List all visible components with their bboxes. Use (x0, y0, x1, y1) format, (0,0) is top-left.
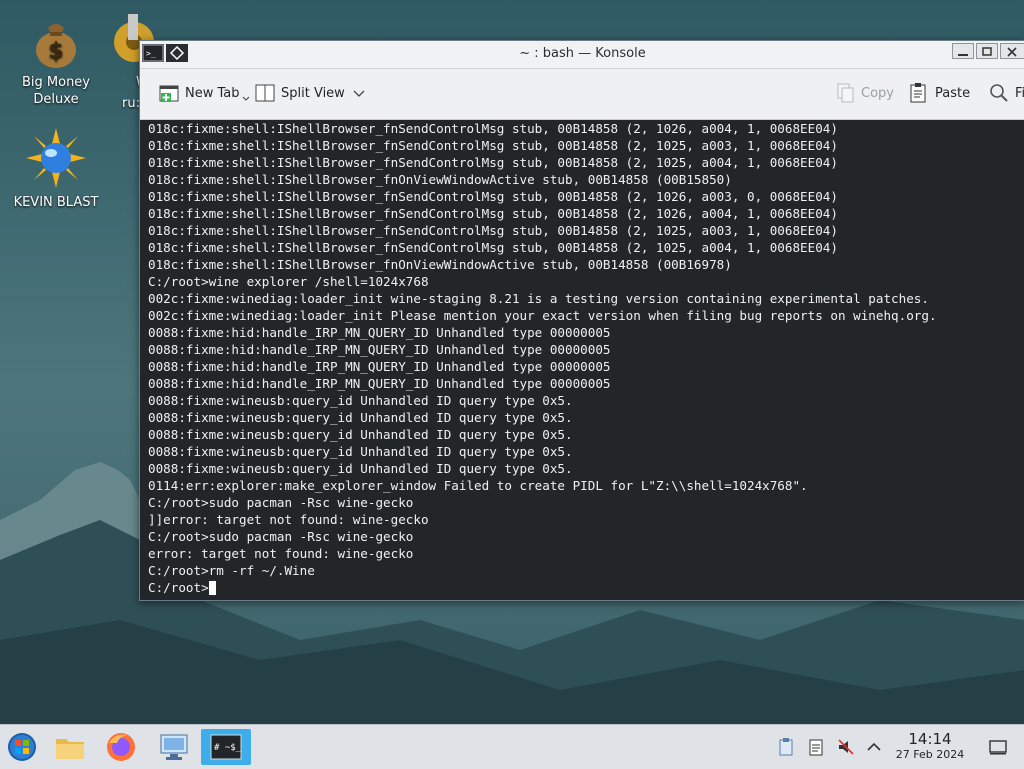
desktop-icon-label: Deluxe (33, 92, 79, 107)
terminal-line: 018c:fixme:shell:IShellBrowser_fnSendCon… (148, 189, 838, 204)
terminal-prompt-line[interactable]: C:/root> (142, 579, 1024, 596)
terminal-line: 018c:fixme:shell:IShellBrowser_fnSendCon… (148, 121, 838, 136)
terminal-task-label: # ~$_ (214, 743, 242, 753)
terminal-icon: # ~$_ (210, 734, 242, 760)
terminal-line: C:/root>sudo pacman -Rsc wine-gecko (148, 529, 414, 544)
konsole-window[interactable]: >_ ~ : bash — Konsole New Tab Split View… (139, 40, 1024, 601)
copy-button[interactable]: Copy (834, 81, 894, 105)
folder-icon (56, 739, 84, 759)
terminal-line: 018c:fixme:shell:IShellBrowser_fnSendCon… (148, 223, 838, 238)
paste-button[interactable]: Paste (908, 81, 970, 105)
clipboard-tray-icon[interactable] (776, 737, 796, 757)
window-titlebar[interactable]: >_ ~ : bash — Konsole (140, 41, 1024, 69)
start-menu-button[interactable] (2, 729, 42, 765)
close-icon (1007, 47, 1017, 57)
terminal-line: 0088:fixme:hid:handle_IRP_MN_QUERY_ID Un… (148, 325, 611, 340)
close-button[interactable] (1000, 43, 1024, 59)
terminal-output[interactable]: 018c:fixme:shell:IShellBrowser_fnSendCon… (142, 120, 1024, 600)
file-manager-task[interactable] (50, 729, 90, 765)
desktop-icon-label: Big Money (21, 75, 90, 90)
new-tab-icon (159, 85, 179, 102)
konsole-toolbar: New Tab Split View Copy Paste Fi (140, 69, 1024, 120)
start-orb-icon (8, 733, 36, 761)
terminal-line: 0088:fixme:hid:handle_IRP_MN_QUERY_ID Un… (148, 342, 611, 357)
desktop-icon-big-money-deluxe[interactable]: $ Big Money Deluxe (1, 14, 111, 108)
terminal-line: error: target not found: wine-gecko (148, 546, 414, 561)
clock-date: 27 Feb 2024 (895, 748, 965, 761)
terminal-line: 018c:fixme:shell:IShellBrowser_fnSendCon… (148, 138, 838, 153)
window-title: ~ : bash — Konsole (519, 46, 646, 61)
terminal-prompt: C:/root> (148, 580, 209, 595)
terminal-line: 018c:fixme:shell:IShellBrowser_fnOnViewW… (148, 257, 732, 272)
minimize-button[interactable] (952, 43, 974, 59)
terminal-line: C:/root>rm -rf ~/.Wine (148, 563, 315, 578)
terminal-line: C:/root>wine explorer /shell=1024x768 (148, 274, 429, 289)
taskbar: # ~$_ 14:14 27 Feb 2024 (0, 724, 1024, 769)
maximize-icon (982, 47, 992, 56)
volume-muted-icon[interactable] (836, 737, 856, 757)
computer-settings-icon (160, 734, 188, 760)
notes-tray-icon[interactable] (806, 737, 826, 757)
split-view-icon (255, 84, 275, 102)
chevron-up-icon[interactable] (864, 737, 884, 757)
terminal-line: 0088:fixme:hid:handle_IRP_MN_QUERY_ID Un… (148, 376, 611, 391)
find-label: Fi (1015, 85, 1024, 101)
terminal-line: 0088:fixme:wineusb:query_id Unhandled ID… (148, 461, 573, 476)
terminal-line: 0088:fixme:wineusb:query_id Unhandled ID… (148, 393, 573, 408)
firefox-icon (107, 733, 135, 761)
konsole-task[interactable]: # ~$_ (201, 729, 251, 765)
split-view-button[interactable]: Split View (254, 81, 365, 105)
copy-label: Copy (861, 85, 894, 101)
terminal-line: 018c:fixme:shell:IShellBrowser_fnOnViewW… (148, 172, 732, 187)
new-tab-label: New Tab (185, 85, 240, 101)
terminal-line: 018c:fixme:shell:IShellBrowser_fnSendCon… (148, 155, 838, 170)
paste-icon (910, 83, 926, 103)
terminal-line: C:/root>sudo pacman -Rsc wine-gecko (148, 495, 414, 510)
clock-time: 14:14 (908, 730, 952, 748)
terminal-line: 002c:fixme:winediag:loader_init Please m… (148, 308, 937, 323)
new-tab-button[interactable]: New Tab (158, 81, 250, 105)
paste-label: Paste (935, 85, 971, 101)
terminal-line: 018c:fixme:shell:IShellBrowser_fnSendCon… (148, 240, 838, 255)
svg-text:$: $ (48, 39, 63, 64)
firefox-task[interactable] (101, 729, 141, 765)
chevron-down-icon (242, 96, 249, 101)
clock[interactable]: 14:14 27 Feb 2024 (890, 731, 970, 762)
terminal-line: 002c:fixme:winediag:loader_init wine-sta… (148, 291, 929, 306)
sun-globe-icon (26, 128, 86, 188)
terminal-lines: 018c:fixme:shell:IShellBrowser_fnSendCon… (142, 120, 1024, 579)
terminal-line: 0088:fixme:wineusb:query_id Unhandled ID… (148, 444, 573, 459)
terminal-line: 018c:fixme:shell:IShellBrowser_fnSendCon… (148, 206, 838, 221)
money-bag-icon: $ (36, 24, 76, 68)
find-button[interactable]: Fi (988, 81, 1024, 105)
minimize-icon (958, 54, 968, 56)
search-icon (990, 84, 1008, 102)
terminal-line: 0114:err:explorer:make_explorer_window F… (148, 478, 808, 493)
text-cursor (208, 580, 216, 595)
desktop-icon-label: KEVIN BLAST (13, 195, 99, 210)
split-view-label: Split View (281, 85, 345, 101)
desktop-icon-kevin-blast[interactable]: KEVIN BLAST (1, 126, 111, 211)
system-settings-task[interactable] (154, 729, 194, 765)
maximize-button[interactable] (976, 43, 998, 59)
chevron-down-icon (353, 90, 365, 97)
terminal-line: ]]error: target not found: wine-gecko (148, 512, 429, 527)
copy-icon (837, 83, 854, 103)
desktop-icon-label: ru: (122, 96, 140, 111)
show-desktop-icon[interactable] (988, 737, 1008, 757)
terminal-line: 0088:fixme:wineusb:query_id Unhandled ID… (148, 410, 573, 425)
terminal-line: 0088:fixme:wineusb:query_id Unhandled ID… (148, 427, 573, 442)
terminal-line: 0088:fixme:hid:handle_IRP_MN_QUERY_ID Un… (148, 359, 611, 374)
